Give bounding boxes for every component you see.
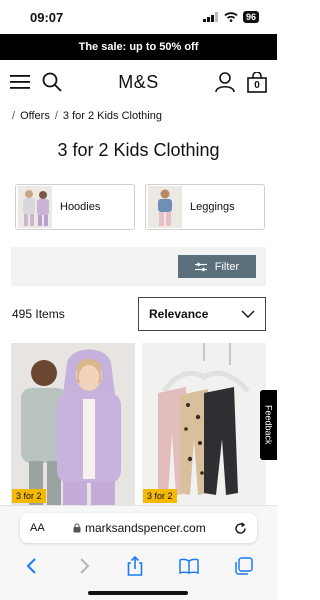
breadcrumb: / Offers / 3 for 2 Kids Clothing	[12, 110, 162, 122]
item-count: 495 Items	[12, 307, 65, 321]
product-image-hoodie	[11, 343, 135, 505]
header-right: 0	[197, 71, 267, 93]
basket-count: 0	[254, 79, 260, 91]
browser-nav	[0, 550, 277, 582]
text-size-button[interactable]: AA	[30, 522, 45, 534]
sort-selected: Relevance	[149, 307, 209, 321]
status-icons: 96	[202, 11, 259, 23]
address-bar[interactable]: AA marksandspencer.com	[20, 513, 257, 543]
forward-icon[interactable]	[76, 557, 92, 575]
feedback-tab[interactable]: Feedback	[260, 390, 277, 460]
back-icon[interactable]	[24, 557, 40, 575]
breadcrumb-current[interactable]: 3 for 2 Kids Clothing	[63, 110, 162, 122]
basket-button[interactable]: 0	[247, 71, 267, 93]
promo-banner[interactable]: The sale: up to 50% off	[0, 34, 277, 60]
site-logo[interactable]: M&S	[118, 72, 159, 93]
product-card-hoodie[interactable]: 3 for 2	[11, 343, 135, 505]
filter-label: Filter	[214, 260, 240, 273]
wifi-icon	[224, 12, 238, 22]
signal-icon	[202, 12, 218, 22]
home-indicator	[88, 591, 188, 595]
breadcrumb-separator: /	[54, 110, 58, 122]
reload-icon[interactable]	[234, 521, 247, 535]
category-card-hoodies[interactable]: Hoodies	[15, 184, 135, 230]
header-left	[10, 72, 80, 92]
site-header: M&S 0	[0, 60, 277, 104]
category-label-leggings: Leggings	[190, 201, 235, 213]
lock-icon	[73, 523, 81, 533]
filter-bar: Filter	[11, 247, 266, 286]
offer-badge: 3 for 2	[143, 489, 177, 503]
share-icon[interactable]	[127, 556, 143, 576]
status-bar: 09:07 96	[0, 0, 277, 34]
chevron-down-icon	[241, 310, 255, 318]
sliders-icon	[194, 262, 207, 271]
product-card-leggings[interactable]: 3 for 2	[142, 343, 266, 505]
status-time: 09:07	[30, 9, 64, 25]
hoodies-thumbnail	[18, 186, 52, 228]
promo-text: The sale: up to 50% off	[78, 41, 199, 53]
offer-badge: 3 for 2	[12, 489, 46, 503]
tabs-icon[interactable]	[235, 557, 253, 575]
filter-button[interactable]: Filter	[178, 255, 256, 278]
account-icon[interactable]	[215, 71, 235, 93]
page-title: 3 for 2 Kids Clothing	[57, 140, 220, 160]
search-icon[interactable]	[42, 72, 62, 92]
url-display: marksandspencer.com	[73, 521, 206, 535]
menu-icon[interactable]	[10, 74, 30, 90]
breadcrumb-separator: /	[12, 110, 16, 122]
leggings-thumbnail	[148, 186, 182, 228]
sort-select[interactable]: Relevance	[138, 297, 266, 331]
url-text: marksandspencer.com	[84, 521, 206, 535]
product-image-leggings	[142, 343, 266, 505]
battery-level: 96	[242, 11, 259, 23]
breadcrumb-link-offers[interactable]: Offers	[20, 110, 50, 122]
feedback-label: Feedback	[263, 405, 274, 445]
browser-toolbar: AA marksandspencer.com	[0, 505, 277, 600]
bookmarks-icon[interactable]	[179, 558, 200, 574]
category-label-hoodies: Hoodies	[60, 201, 101, 213]
category-card-leggings[interactable]: Leggings	[145, 184, 265, 230]
